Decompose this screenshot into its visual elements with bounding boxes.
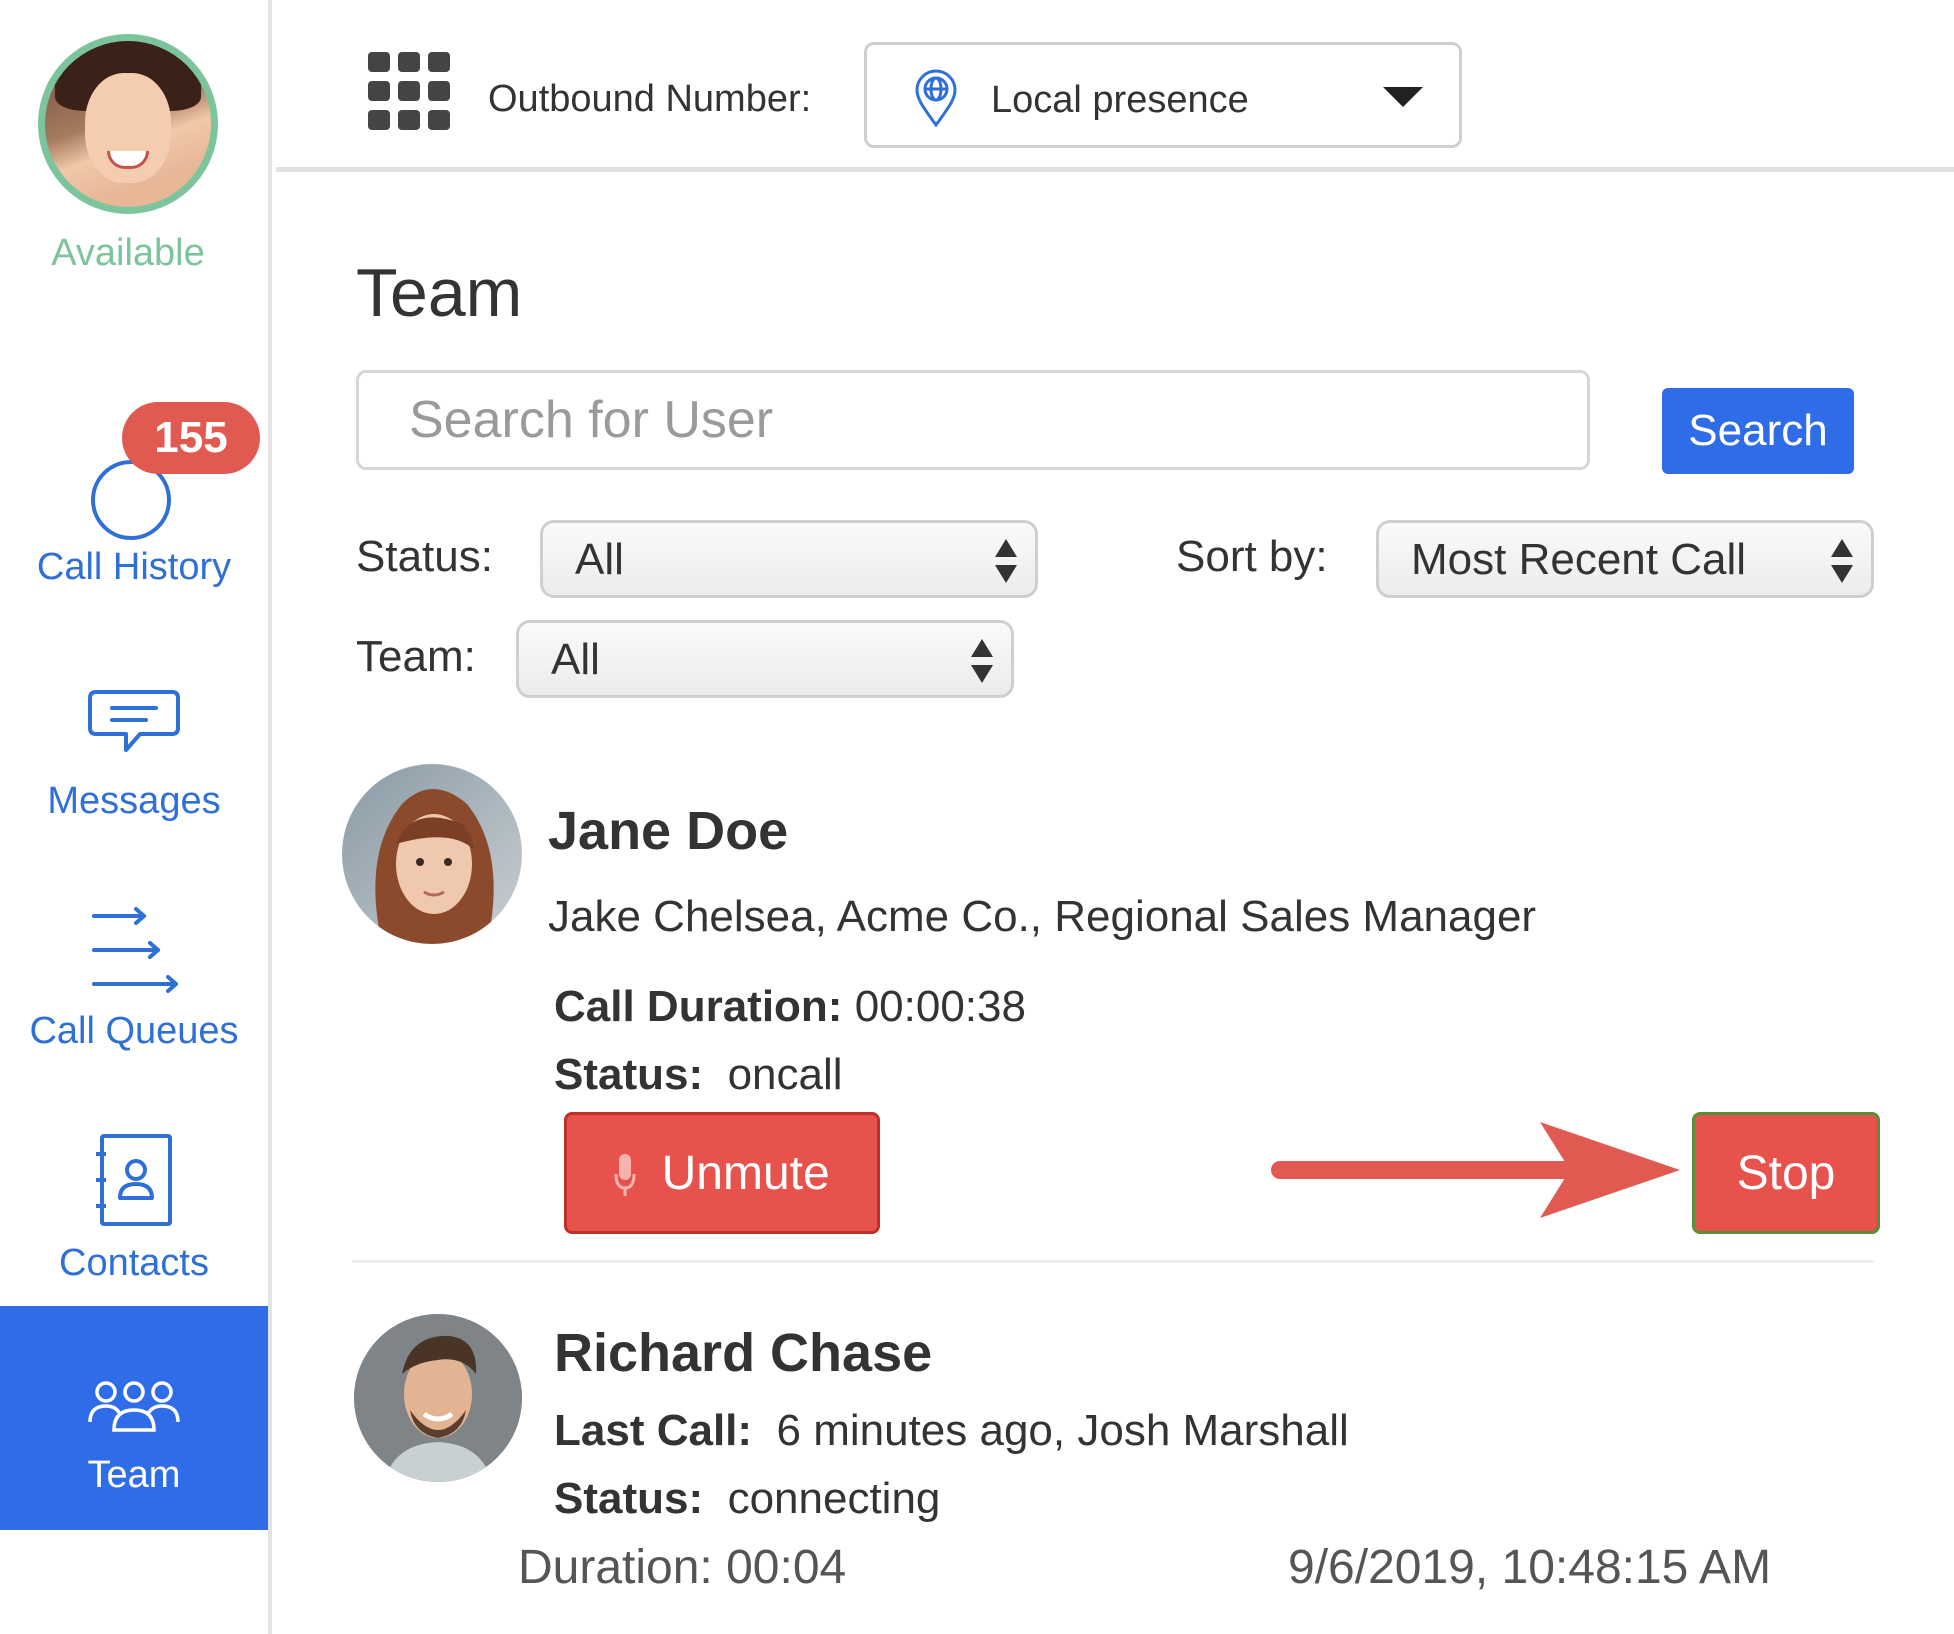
- select-arrows-icon: [1831, 539, 1853, 583]
- member-status-label: Status:: [554, 1474, 704, 1523]
- footer-timestamp: 9/6/2019, 10:48:15 AM: [1288, 1541, 1772, 1594]
- person-photo-icon: [354, 1314, 522, 1482]
- status-filter-value: All: [575, 535, 624, 584]
- call-duration-row: Call Duration: 00:00:38: [554, 982, 1026, 1032]
- sort-by-label: Sort by:: [1176, 532, 1328, 581]
- person-photo-icon: [375, 789, 494, 944]
- sidebar-item-label: Call History: [36, 546, 232, 588]
- sidebar-item-messages[interactable]: Messages: [0, 684, 268, 823]
- chat-bubble-icon: [88, 690, 180, 752]
- member-avatar[interactable]: [342, 764, 522, 944]
- member-status-value: oncall: [727, 1050, 843, 1099]
- select-arrows-icon: [995, 539, 1017, 583]
- sidebar-item-label: Contacts: [59, 1242, 209, 1284]
- outbound-number-select[interactable]: Local presence: [864, 42, 1462, 148]
- dialpad-grid-icon[interactable]: [368, 52, 450, 130]
- member-divider: [352, 1260, 1874, 1263]
- sidebar-item-call-queues[interactable]: Call Queues: [0, 900, 268, 1053]
- member-name: Richard Chase: [554, 1323, 933, 1383]
- member-call-detail: Jake Chelsea, Acme Co., Regional Sales M…: [548, 892, 1537, 941]
- member-avatar[interactable]: [354, 1314, 522, 1482]
- outbound-number-label: Outbound Number:: [488, 78, 812, 120]
- sort-by-select[interactable]: Most Recent Call: [1376, 520, 1874, 598]
- outbound-number-value: Local presence: [991, 79, 1249, 121]
- last-call-value: 6 minutes ago, Josh Marshall: [776, 1406, 1349, 1455]
- call-duration-value: 00:00:38: [854, 982, 1026, 1031]
- location-globe-icon: [915, 69, 957, 128]
- select-arrows-icon: [971, 639, 993, 683]
- footer-duration: Duration: 00:04: [518, 1541, 847, 1594]
- unmute-button-label: Unmute: [661, 1146, 830, 1200]
- member-name: Jane Doe: [548, 801, 789, 861]
- call-history-badge: 155: [122, 402, 260, 474]
- team-icon: [88, 1381, 180, 1432]
- search-input[interactable]: [356, 370, 1590, 470]
- last-call-label: Last Call:: [554, 1406, 753, 1455]
- stop-button[interactable]: Stop: [1692, 1112, 1880, 1234]
- call-duration-label: Call Duration:: [554, 982, 843, 1031]
- member-status-label: Status:: [554, 1050, 704, 1099]
- sort-by-value: Most Recent Call: [1411, 535, 1747, 584]
- user-status: Available: [51, 232, 205, 274]
- sidebar-item-label: Team: [87, 1454, 181, 1496]
- team-filter-select[interactable]: All: [516, 620, 1014, 698]
- last-call-row: Last Call: 6 minutes ago, Josh Marshall: [554, 1406, 1349, 1456]
- sidebar: Available Call History 155 Messages Call…: [0, 0, 272, 1634]
- member-status-row: Status: oncall: [554, 1050, 843, 1100]
- microphone-icon: [614, 1153, 636, 1196]
- unmute-button[interactable]: Unmute: [564, 1112, 880, 1234]
- status-filter-select[interactable]: All: [540, 520, 1038, 598]
- team-filter-label: Team:: [356, 632, 476, 681]
- search-button[interactable]: Search: [1662, 388, 1854, 474]
- queue-arrows-icon: [92, 907, 178, 993]
- chevron-down-icon: [1383, 87, 1423, 107]
- team-filter-value: All: [551, 635, 600, 684]
- member-status-row: Status: connecting: [554, 1474, 940, 1524]
- sidebar-item-label: Messages: [47, 780, 221, 822]
- page-title: Team: [356, 255, 523, 331]
- top-bar: Outbound Number: Local presence: [276, 0, 1954, 172]
- annotation-arrow-icon: [1271, 1122, 1680, 1218]
- sidebar-item-contacts[interactable]: Contacts: [0, 1132, 268, 1285]
- member-status-value: connecting: [727, 1474, 941, 1523]
- status-filter-label: Status:: [356, 532, 493, 581]
- contact-card-icon: [96, 1134, 172, 1226]
- sidebar-item-team[interactable]: Team: [0, 1306, 268, 1530]
- sidebar-item-label: Call Queues: [29, 1010, 239, 1052]
- user-avatar[interactable]: [38, 34, 218, 214]
